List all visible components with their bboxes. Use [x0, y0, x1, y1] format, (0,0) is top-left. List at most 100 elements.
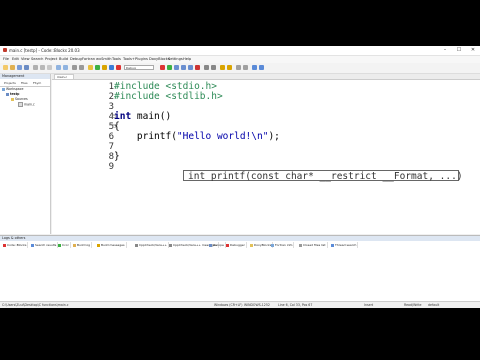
menu-view[interactable]: View — [21, 57, 30, 61]
log-tab[interactable]: Code::Blocks — [2, 242, 29, 248]
menu-file[interactable]: File — [3, 57, 9, 61]
debug-info-icon[interactable] — [211, 65, 216, 70]
menu-fortran[interactable]: Fortran — [82, 57, 95, 61]
next-bookmark-icon[interactable] — [259, 65, 264, 70]
log-tab[interactable]: Closed files list — [298, 242, 328, 248]
logs-title: Logs & others — [0, 236, 480, 241]
log-tab[interactable]: Cscope — [208, 242, 226, 248]
build-gear-icon[interactable] — [88, 65, 93, 70]
copy-icon[interactable] — [40, 65, 45, 70]
jump-forward-icon[interactable] — [227, 65, 232, 70]
line-number: 2 — [108, 92, 114, 102]
line-number-gutter: 1 2 3 4 5 6 7 8 9 ⊟ ⊟ — [52, 80, 122, 234]
log-tab[interactable]: Search results — [30, 242, 59, 248]
log-tab[interactable]: Build log — [72, 242, 93, 248]
management-title: Management — [0, 74, 50, 79]
log-tab[interactable]: Thread search — [330, 242, 359, 248]
debug-windows-icon[interactable] — [204, 65, 209, 70]
menu-settings[interactable]: Settings — [168, 57, 183, 61]
log-tab[interactable]: Fortran info — [270, 242, 295, 248]
log-tab-icon — [169, 243, 172, 247]
line-number: 9 — [108, 162, 114, 172]
tab-projects[interactable]: Projects — [4, 81, 16, 85]
status-bar: C:\Users\Zuul\Desktop\C functions\main.c… — [0, 301, 480, 308]
log-tab-label: Closed files list — [303, 243, 326, 247]
window-title: main.c [testp] - Code::Blocks 20.03 — [9, 48, 80, 53]
log-tab-label: Code::Blocks — [7, 243, 27, 247]
code-line[interactable]: int main() — [114, 112, 171, 122]
status-read-write: Read/Write — [404, 303, 422, 307]
new-file-icon[interactable] — [3, 65, 8, 70]
log-tab-icon — [135, 243, 138, 247]
stop-debugger-icon[interactable] — [195, 65, 200, 70]
previous-bookmark-icon[interactable] — [252, 65, 257, 70]
tab-files[interactable]: Files — [21, 81, 28, 85]
log-tab[interactable]: Cccc — [57, 242, 72, 248]
codeblocks-window: main.c [testp] - Code::Blocks 20.03 – ☐ … — [0, 46, 480, 308]
maximize-button[interactable]: ☐ — [452, 46, 466, 55]
log-tab[interactable]: Build messages — [96, 242, 127, 248]
log-tab-label: Cccc — [62, 243, 70, 247]
replace-icon[interactable] — [79, 65, 84, 70]
line-number: 6 — [108, 132, 114, 142]
menu-doxyblocks[interactable]: DoxyBlocks — [149, 57, 170, 61]
save-all-icon[interactable] — [24, 65, 29, 70]
workspace-icon — [2, 87, 5, 91]
editor-area[interactable]: main.c 1 2 3 4 5 6 7 8 9 ⊟ ⊟ #include <stdio.h> #in… — [52, 74, 480, 234]
abort-icon[interactable] — [116, 65, 121, 70]
run-icon[interactable] — [95, 65, 100, 70]
menu-help[interactable]: Help — [183, 57, 191, 61]
menu-plugins[interactable]: Plugins — [135, 57, 148, 61]
debug-icon[interactable] — [160, 65, 165, 70]
redo-icon[interactable] — [63, 65, 68, 70]
log-tab-icon — [3, 243, 6, 247]
code-line[interactable]: printf("Hello world!\n"); — [114, 132, 280, 142]
close-button[interactable]: ✕ — [466, 46, 480, 55]
step-over-icon[interactable] — [174, 65, 179, 70]
management-tabs: Projects Files FSym — [0, 80, 50, 87]
build-and-run-icon[interactable] — [102, 65, 107, 70]
code-token: } — [114, 151, 120, 162]
toggle-comment-icon[interactable] — [236, 65, 241, 70]
log-tab-icon — [226, 243, 229, 247]
menu-debug[interactable]: Debug — [70, 57, 82, 61]
app-icon — [3, 48, 7, 52]
logs-panel: Logs & others Code::Blocks Search results… — [0, 235, 480, 302]
menu-tools-plus[interactable]: Tools+ — [123, 57, 135, 61]
toggle-bookmark-icon[interactable] — [243, 65, 248, 70]
menu-edit[interactable]: Edit — [12, 57, 19, 61]
step-into-icon[interactable] — [181, 65, 186, 70]
log-tab-icon — [58, 243, 61, 247]
code-token: main() — [131, 111, 172, 122]
open-icon[interactable] — [10, 65, 15, 70]
menu-build[interactable]: Build — [59, 57, 68, 61]
build-target-select[interactable]: Debug — [124, 65, 154, 70]
undo-icon[interactable] — [56, 65, 61, 70]
log-tab[interactable]: CppCheck/Vera++ — [134, 242, 169, 248]
log-tab[interactable]: Debugger — [225, 242, 247, 248]
line-number: 3 — [108, 102, 114, 112]
log-tab-label: DoxyBlocks — [254, 243, 272, 247]
code-line[interactable]: } — [114, 152, 120, 162]
menu-tools[interactable]: Tools — [112, 57, 121, 61]
find-icon[interactable] — [72, 65, 77, 70]
code-line[interactable]: #include <stdlib.h> — [114, 92, 223, 102]
minimize-button[interactable]: – — [438, 46, 452, 55]
tab-fsymbols[interactable]: FSym — [33, 81, 41, 85]
debug-continue-icon[interactable] — [167, 65, 172, 70]
menu-search[interactable]: Search — [31, 57, 43, 61]
step-out-icon[interactable] — [188, 65, 193, 70]
rebuild-icon[interactable] — [109, 65, 114, 70]
jump-back-icon[interactable] — [220, 65, 225, 70]
file-icon — [18, 102, 23, 107]
menu-wxsmith[interactable]: wxSmith — [96, 57, 112, 61]
log-tab-icon — [299, 243, 302, 247]
toolbar: Debug — [0, 63, 480, 74]
menu-project[interactable]: Project — [45, 57, 57, 61]
save-icon[interactable] — [17, 65, 22, 70]
code-token: printf( — [114, 131, 177, 142]
tree-file-main[interactable]: main.c — [18, 102, 35, 107]
cut-icon[interactable] — [33, 65, 38, 70]
editor-tab-main[interactable]: main.c — [54, 74, 74, 79]
paste-icon[interactable] — [47, 65, 52, 70]
